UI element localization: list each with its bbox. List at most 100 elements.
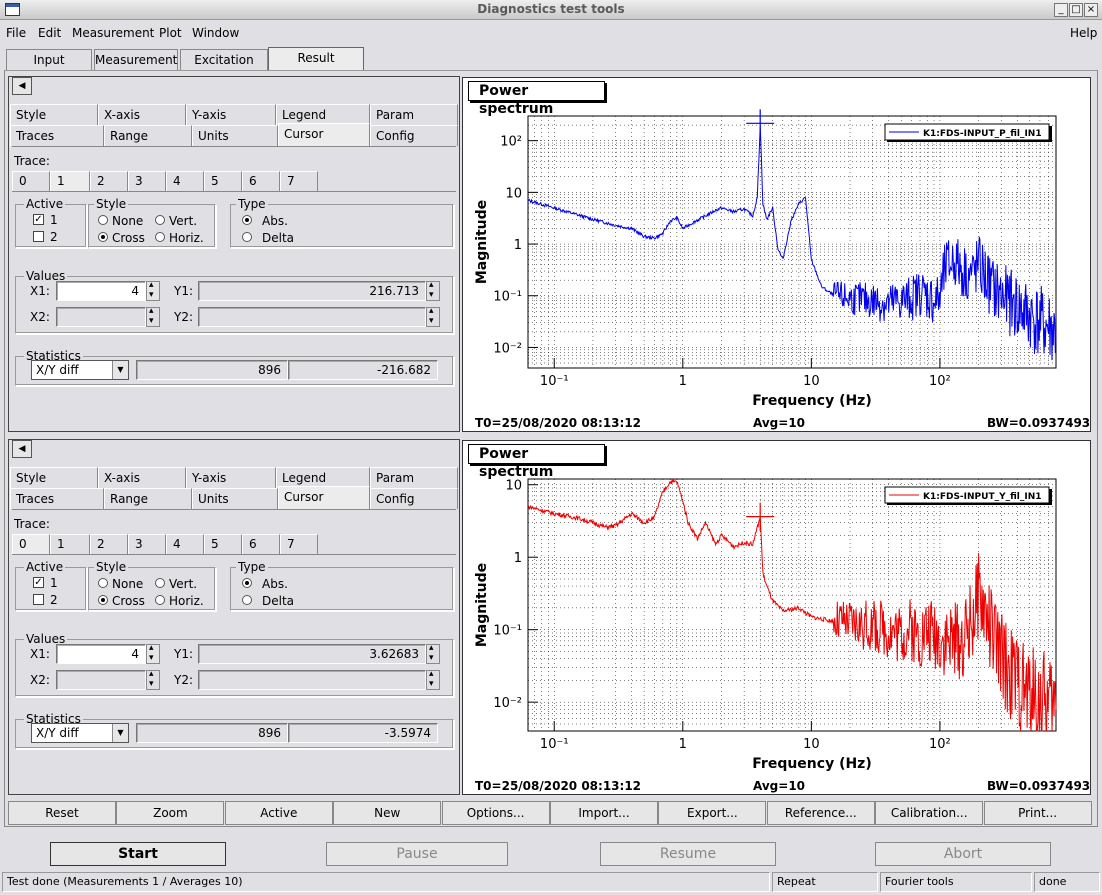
subtab-units[interactable]: Units (192, 488, 278, 509)
subtab-cursor[interactable]: Cursor (278, 486, 370, 509)
subtab-cursor[interactable]: Cursor (278, 123, 370, 146)
subtab-param[interactable]: Param (370, 104, 458, 125)
trace-tab[interactable]: 6 (242, 171, 280, 191)
minimize-icon[interactable]: _ (1054, 3, 1068, 17)
style-radio[interactable] (98, 232, 108, 242)
active-1-checkbox[interactable]: ✓ (33, 577, 44, 588)
x2-field[interactable] (56, 307, 146, 327)
import-button[interactable]: Import... (550, 801, 658, 825)
x1-spinner[interactable] (146, 280, 160, 301)
trace-tab[interactable]: 1 (50, 171, 90, 191)
menu-plot[interactable]: Plot (159, 26, 182, 40)
statistics-select[interactable]: X/Y diff ▼ (31, 723, 129, 743)
close-icon[interactable]: × (1084, 3, 1098, 17)
style-radio[interactable] (155, 215, 165, 225)
y1-spinner[interactable] (426, 280, 440, 301)
maximize-icon[interactable]: □ (1069, 3, 1083, 17)
type-delta-radio[interactable] (242, 232, 252, 242)
y2-spinner[interactable] (426, 669, 440, 690)
subtab-units[interactable]: Units (192, 125, 278, 146)
statistics-select[interactable]: X/Y diff ▼ (31, 360, 129, 380)
abort-button[interactable]: Abort (875, 842, 1051, 866)
resume-button[interactable]: Resume (600, 842, 776, 866)
menu-help[interactable]: Help (1070, 26, 1097, 40)
style-radio[interactable] (98, 595, 108, 605)
subtab-config[interactable]: Config (370, 125, 458, 146)
y2-field[interactable] (198, 307, 426, 327)
style-radio[interactable] (98, 578, 108, 588)
subtab-legend[interactable]: Legend (276, 104, 370, 125)
type-abs-radio[interactable] (242, 215, 252, 225)
subtab-traces[interactable]: Traces (10, 125, 104, 146)
style-radio[interactable] (155, 578, 165, 588)
active-button[interactable]: Active (224, 801, 333, 825)
trace-tab[interactable]: 5 (204, 171, 242, 191)
reference-button[interactable]: Reference... (766, 801, 875, 825)
x1-spinner[interactable] (146, 643, 160, 664)
tab-result[interactable]: Result (268, 47, 364, 71)
subtab-range[interactable]: Range (104, 488, 192, 509)
export-button[interactable]: Export... (658, 801, 767, 825)
trace-tab[interactable]: 2 (90, 534, 128, 554)
x2-spinner[interactable] (146, 669, 160, 690)
trace-tab[interactable]: 3 (128, 171, 166, 191)
style-radio[interactable] (155, 595, 165, 605)
trace-tab[interactable]: 4 (166, 171, 204, 191)
subtab-y-axis[interactable]: Y-axis (186, 467, 276, 488)
subtab-range[interactable]: Range (104, 125, 192, 146)
reset-button[interactable]: Reset (8, 801, 116, 825)
y2-spinner[interactable] (426, 306, 440, 327)
start-button[interactable]: Start (50, 842, 226, 866)
x2-field[interactable] (56, 670, 146, 690)
style-radio[interactable] (155, 232, 165, 242)
y1-field[interactable]: 216.713 (198, 281, 426, 301)
active-2-checkbox[interactable] (33, 231, 44, 242)
subtab-legend[interactable]: Legend (276, 467, 370, 488)
trace-tab[interactable]: 0 (12, 171, 50, 191)
trace-tab[interactable]: 2 (90, 171, 128, 191)
active-2-checkbox[interactable] (33, 594, 44, 605)
trace-tab[interactable]: 0 (12, 534, 50, 554)
subtab-style[interactable]: Style (10, 467, 98, 488)
tab-measurement[interactable]: Measurement (94, 49, 178, 70)
x1-input[interactable]: 4 (56, 644, 146, 664)
trace-tab[interactable]: 6 (242, 534, 280, 554)
trace-tab[interactable]: 3 (128, 534, 166, 554)
tab-excitation[interactable]: Excitation (180, 49, 268, 70)
menu-window[interactable]: Window (192, 26, 239, 40)
tab-input[interactable]: Input (6, 49, 92, 70)
zoom-button[interactable]: Zoom (116, 801, 225, 825)
new-button[interactable]: New (333, 801, 442, 825)
trace-tab[interactable]: 7 (280, 534, 318, 554)
type-abs-radio[interactable] (242, 578, 252, 588)
print-button[interactable]: Print... (983, 801, 1092, 825)
active-1-checkbox[interactable]: ✓ (33, 214, 44, 225)
x1-input[interactable]: 4 (56, 281, 146, 301)
y1-field[interactable]: 3.62683 (198, 644, 426, 664)
subtab-param[interactable]: Param (370, 467, 458, 488)
subtab-y-axis[interactable]: Y-axis (186, 104, 276, 125)
options-button[interactable]: Options... (441, 801, 550, 825)
x2-spinner[interactable] (146, 306, 160, 327)
collapse-arrow-icon[interactable]: ◀ (12, 77, 32, 95)
menu-edit[interactable]: Edit (38, 26, 61, 40)
style-radio[interactable] (98, 215, 108, 225)
type-delta-radio[interactable] (242, 595, 252, 605)
y2-field[interactable] (198, 670, 426, 690)
subtab-x-axis[interactable]: X-axis (98, 104, 186, 125)
subtab-config[interactable]: Config (370, 488, 458, 509)
power-spectrum-chart-bottom[interactable]: 10⁻¹ 1 10 10² 10⁻² 10⁻¹ 1 10 Frequency (Hz) Magni… (463, 441, 1090, 794)
trace-tab[interactable]: 7 (280, 171, 318, 191)
subtab-x-axis[interactable]: X-axis (98, 467, 186, 488)
subtab-style[interactable]: Style (10, 104, 98, 125)
trace-tab[interactable]: 1 (50, 534, 90, 554)
calibration-button[interactable]: Calibration... (875, 801, 984, 825)
power-spectrum-chart-top[interactable]: 10⁻¹ 1 10 10² 10⁻² 10⁻¹ 1 10 10² Frequency (Hz) Ma… (463, 78, 1090, 431)
menu-measurement[interactable]: Measurement (72, 26, 154, 40)
y1-spinner[interactable] (426, 643, 440, 664)
trace-tab[interactable]: 5 (204, 534, 242, 554)
pause-button[interactable]: Pause (326, 842, 508, 866)
trace-tab[interactable]: 4 (166, 534, 204, 554)
collapse-arrow-icon[interactable]: ◀ (12, 440, 32, 458)
menu-file[interactable]: File (6, 26, 26, 40)
